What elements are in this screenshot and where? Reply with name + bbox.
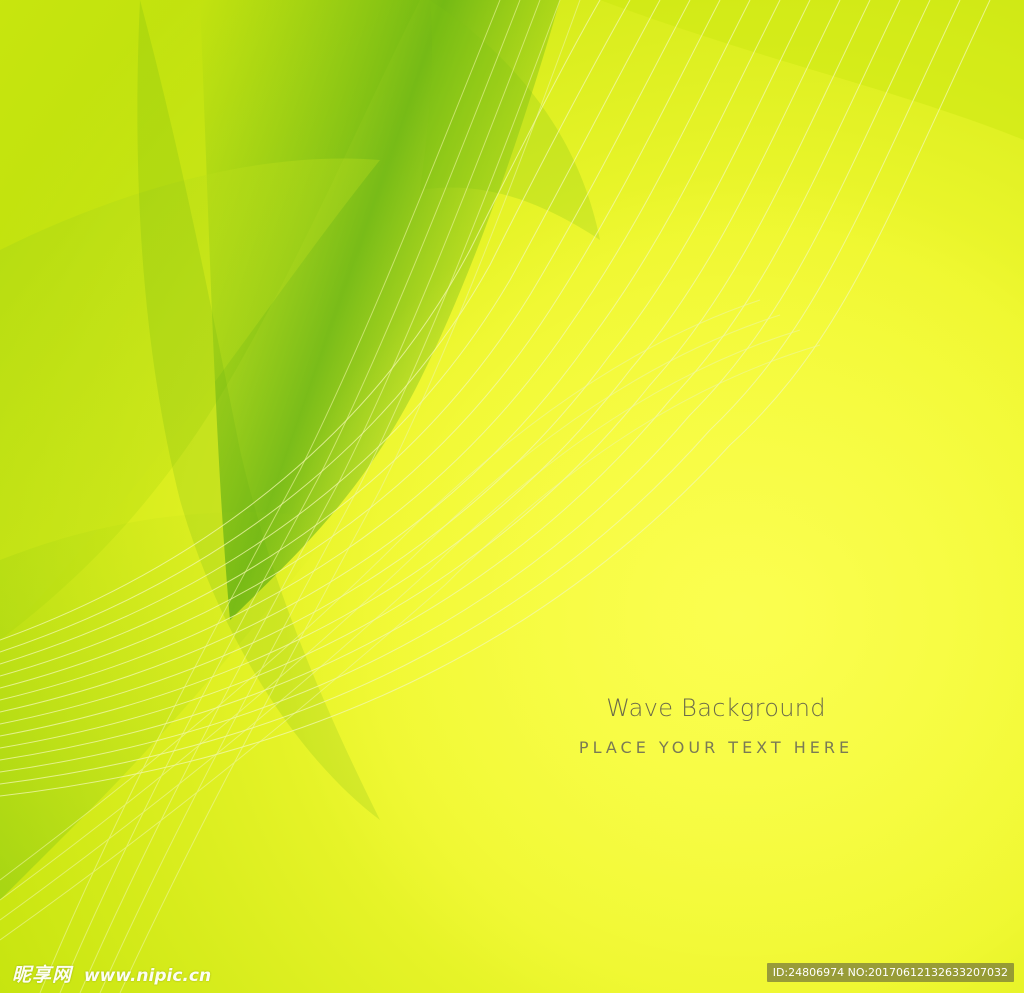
poster-title: Wave Background [606,694,826,722]
poster-subtitle: PLACE YOUR TEXT HERE [578,738,854,757]
wave-background-art [0,0,1024,993]
wave-background-canvas: Wave Background PLACE YOUR TEXT HERE 昵享网… [0,0,1024,993]
image-id-badge: ID:24806974 NO:20170612132633207032 [766,963,1014,982]
watermark-brand: 昵享网 [12,964,73,986]
watermark-site: www.nipic.cn [83,966,212,986]
site-watermark: 昵享网 www.nipic.cn [12,960,211,987]
